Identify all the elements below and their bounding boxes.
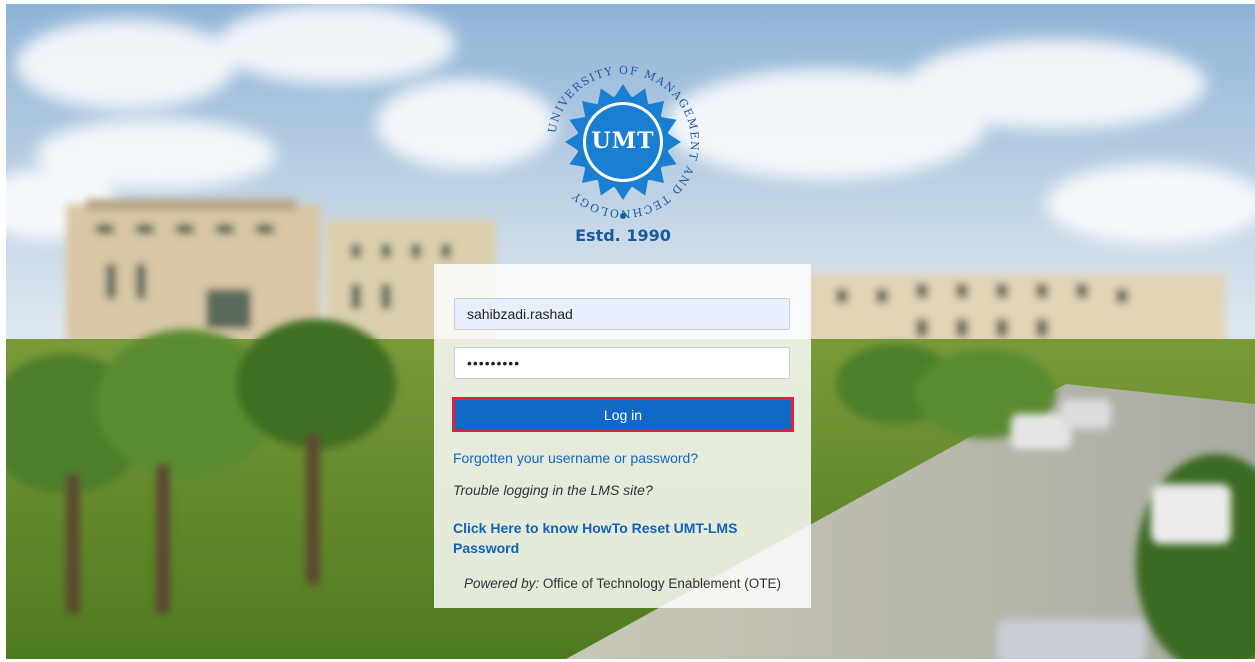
- top-frame-edge: [0, 0, 1255, 4]
- username-input[interactable]: [454, 298, 790, 330]
- left-frame-edge: [0, 0, 6, 662]
- reset-password-help-link[interactable]: Click Here to know HowTo Reset UMT-LMS P…: [453, 518, 773, 558]
- password-input[interactable]: [454, 347, 790, 379]
- powered-by-label: Powered by:: [464, 576, 540, 591]
- powered-by-org: Office of Technology Enablement (OTE): [542, 576, 781, 591]
- login-page: UNIVERSITY OF MANAGEMENT AND TECHNOLOGY …: [0, 0, 1255, 662]
- login-button[interactable]: Log in: [452, 397, 794, 432]
- logo-center-text: UMT: [591, 128, 655, 154]
- powered-by-footer: Powered by: Office of Technology Enablem…: [434, 576, 811, 591]
- trouble-logging-text: Trouble logging in the LMS site?: [453, 482, 653, 498]
- umt-logo: UNIVERSITY OF MANAGEMENT AND TECHNOLOGY …: [538, 60, 708, 250]
- established-year: Estd. 1990: [575, 226, 671, 245]
- forgot-password-link[interactable]: Forgotten your username or password?: [453, 450, 698, 466]
- login-panel: Log in Forgotten your username or passwo…: [434, 264, 811, 608]
